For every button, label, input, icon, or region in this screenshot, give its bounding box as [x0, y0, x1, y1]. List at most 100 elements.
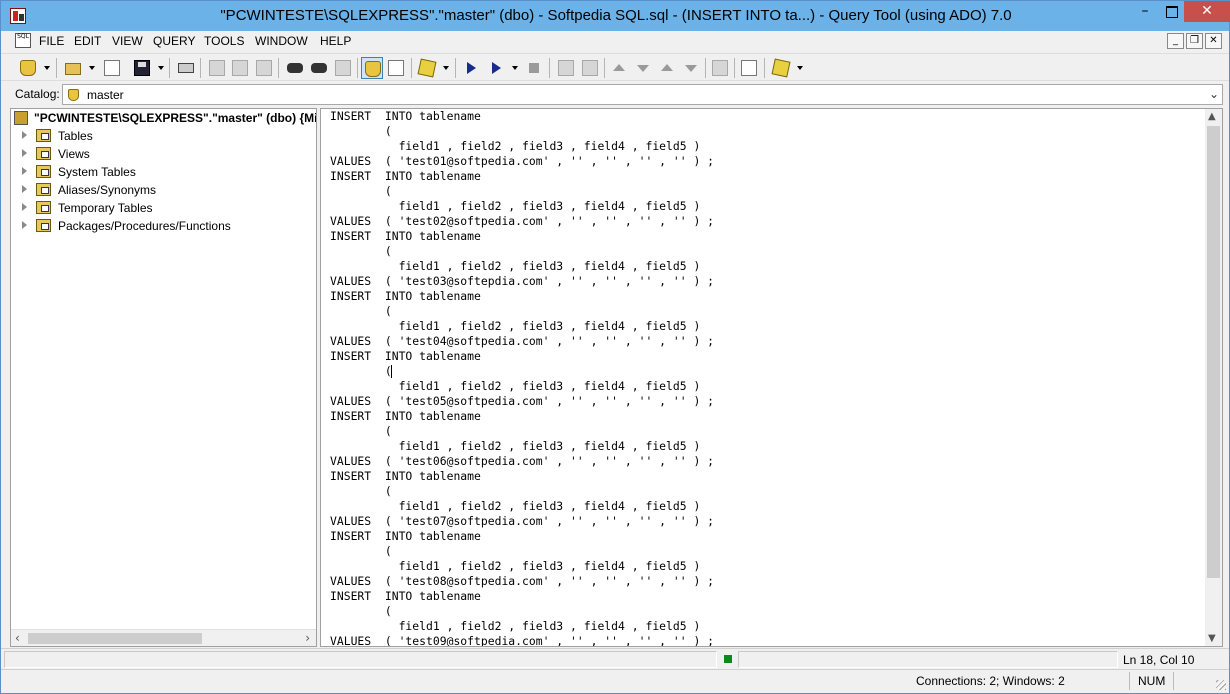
new-query-button[interactable] [17, 57, 39, 79]
menu-tools[interactable]: TOOLS [204, 34, 244, 48]
code-line[interactable]: ( [330, 544, 714, 559]
plugins-dropdown[interactable] [797, 66, 803, 70]
tree-item-system-tables[interactable]: System Tables [11, 163, 316, 181]
code-line[interactable]: INSERT INTO tablename [330, 229, 714, 244]
code-line[interactable]: VALUES ( 'test08@softpedia.com' , '' , '… [330, 574, 714, 589]
print-button[interactable] [175, 57, 197, 79]
code-line[interactable]: INSERT INTO tablename [330, 529, 714, 544]
scroll-up-arrow-icon[interactable]: ▲ [1208, 111, 1216, 122]
commit-button[interactable] [555, 57, 577, 79]
code-line[interactable]: VALUES ( 'test07@softpedia.com' , '' , '… [330, 514, 714, 529]
cut-button[interactable] [206, 57, 228, 79]
schema-dropdown[interactable] [443, 66, 449, 70]
code-line[interactable]: ( [330, 184, 714, 199]
replace-button[interactable] [332, 57, 354, 79]
mdi-restore-button[interactable]: ❐ [1186, 33, 1203, 49]
scroll-down-arrow-icon[interactable]: ▼ [1208, 633, 1216, 644]
menu-query[interactable]: QUERY [153, 34, 195, 48]
code-line[interactable]: field1 , field2 , field3 , field4 , fiel… [330, 259, 714, 274]
mdi-minimize-button[interactable]: _ [1167, 33, 1184, 49]
plugins-button[interactable] [770, 57, 792, 79]
code-line[interactable]: INSERT INTO tablename [330, 169, 714, 184]
code-line[interactable]: VALUES ( 'test01@softpedia.com' , '' , '… [330, 154, 714, 169]
editor-vertical-scrollbar[interactable]: ▲ ▼ [1205, 109, 1222, 646]
code-line[interactable]: INSERT INTO tablename [330, 589, 714, 604]
tree-item-packages[interactable]: Packages/Procedures/Functions [11, 217, 316, 235]
results-grid-toggle[interactable] [361, 57, 383, 79]
tree-item-tables[interactable]: Tables [11, 127, 316, 145]
sql-editor[interactable]: INSERT INTO tablename ( field1 , field2 … [320, 108, 1223, 647]
menu-file[interactable]: FILE [39, 34, 64, 48]
scroll-thumb[interactable] [28, 633, 202, 644]
tree-item-views[interactable]: Views [11, 145, 316, 163]
find-next-button[interactable] [308, 57, 330, 79]
menu-help[interactable]: HELP [320, 34, 351, 48]
minimize-button[interactable]: – [1132, 1, 1158, 21]
maximize-button[interactable] [1158, 1, 1184, 21]
code-line[interactable]: ( [330, 304, 714, 319]
code-line[interactable]: INSERT INTO tablename [330, 469, 714, 484]
paste-button[interactable] [253, 57, 275, 79]
code-line[interactable]: field1 , field2 , field3 , field4 , fiel… [330, 559, 714, 574]
stop-button[interactable] [523, 57, 545, 79]
options-button[interactable] [709, 57, 731, 79]
mdi-close-button[interactable]: ✕ [1205, 33, 1222, 49]
execute-dropdown[interactable] [512, 66, 518, 70]
code-line[interactable]: INSERT INTO tablename [330, 289, 714, 304]
code-line[interactable]: ( [330, 424, 714, 439]
resize-grip[interactable] [1216, 680, 1226, 690]
code-line[interactable]: ( [330, 604, 714, 619]
code-line[interactable]: ( [330, 364, 714, 379]
code-line[interactable]: INSERT INTO tablename [330, 349, 714, 364]
catalog-select[interactable]: master ⌄ [62, 84, 1223, 105]
title-bar[interactable]: "PCWINTESTE\SQLEXPRESS"."master" (dbo) -… [1, 1, 1230, 31]
expand-arrow-icon[interactable] [22, 221, 27, 229]
menu-view[interactable]: VIEW [112, 34, 143, 48]
code-line[interactable]: field1 , field2 , field3 , field4 , fiel… [330, 199, 714, 214]
execute-step-button[interactable] [485, 57, 507, 79]
find-button[interactable] [284, 57, 306, 79]
code-line[interactable]: VALUES ( 'test02@softpedia.com' , '' , '… [330, 214, 714, 229]
open-dropdown[interactable] [89, 66, 95, 70]
code-line[interactable]: INSERT INTO tablename [330, 109, 714, 124]
code-line[interactable]: field1 , field2 , field3 , field4 , fiel… [330, 619, 714, 634]
expand-arrow-icon[interactable] [22, 149, 27, 157]
scroll-thumb[interactable] [1207, 126, 1220, 578]
save-button[interactable] [131, 57, 153, 79]
new-query-dropdown[interactable] [44, 66, 50, 70]
expand-arrow-icon[interactable] [22, 167, 27, 175]
sql-code[interactable]: INSERT INTO tablename ( field1 , field2 … [330, 109, 714, 646]
close-button[interactable]: ✕ [1184, 1, 1230, 22]
move-top-button[interactable] [656, 57, 678, 79]
expand-arrow-icon[interactable] [22, 185, 27, 193]
move-down-button[interactable] [632, 57, 654, 79]
tree-item-temporary-tables[interactable]: Temporary Tables [11, 199, 316, 217]
rollback-button[interactable] [579, 57, 601, 79]
code-line[interactable]: INSERT INTO tablename [330, 409, 714, 424]
tree-item-aliases[interactable]: Aliases/Synonyms [11, 181, 316, 199]
chevron-down-icon[interactable]: ⌄ [1209, 87, 1219, 101]
code-line[interactable]: VALUES ( 'test09@softpedia.com' , '' , '… [330, 634, 714, 646]
expand-arrow-icon[interactable] [22, 131, 27, 139]
code-line[interactable]: ( [330, 484, 714, 499]
code-line[interactable]: VALUES ( 'test03@softepdia.com' , '' , '… [330, 274, 714, 289]
code-line[interactable]: ( [330, 244, 714, 259]
code-line[interactable]: field1 , field2 , field3 , field4 , fiel… [330, 139, 714, 154]
code-line[interactable]: field1 , field2 , field3 , field4 , fiel… [330, 379, 714, 394]
code-line[interactable]: ( [330, 124, 714, 139]
code-line[interactable]: VALUES ( 'test06@softpedia.com' , '' , '… [330, 454, 714, 469]
object-tree[interactable]: "PCWINTESTE\SQLEXPRESS"."master" (dbo) {… [10, 108, 317, 647]
move-bottom-button[interactable] [680, 57, 702, 79]
menu-window[interactable]: WINDOW [255, 34, 308, 48]
scroll-right-arrow-icon[interactable]: › [305, 631, 310, 645]
menu-edit[interactable]: EDIT [74, 34, 101, 48]
document-sql-icon[interactable]: SQL [15, 33, 31, 48]
code-line[interactable]: field1 , field2 , field3 , field4 , fiel… [330, 439, 714, 454]
script-button[interactable] [101, 57, 123, 79]
tree-horizontal-scrollbar[interactable]: ‹ › [11, 629, 316, 646]
scroll-left-arrow-icon[interactable]: ‹ [15, 631, 20, 645]
move-up-button[interactable] [608, 57, 630, 79]
code-line[interactable]: field1 , field2 , field3 , field4 , fiel… [330, 499, 714, 514]
schema-button[interactable] [416, 57, 438, 79]
code-line[interactable]: VALUES ( 'test04@softpedia.com' , '' , '… [330, 334, 714, 349]
